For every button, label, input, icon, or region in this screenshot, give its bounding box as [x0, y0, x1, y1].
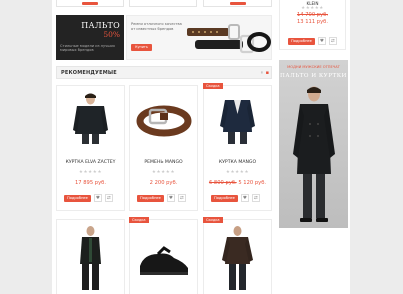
rating-stars: ★★★★★ [301, 6, 324, 11]
product-card: Скидка КУРТКА MANGO ★★★★★ 6 800 руб. 5 1… [203, 83, 272, 211]
price-block: 6 800 руб. 5 120 руб. [204, 180, 271, 186]
coat-icon[interactable] [61, 90, 120, 146]
belts-promo-banner[interactable]: Ремни отличного качества от известных бр… [126, 15, 272, 60]
wishlist-icon[interactable]: ♥ [166, 194, 175, 202]
recommended-header: РЕКОМЕНДУЕМЫЕ ⏸ ▪ [56, 66, 272, 79]
prev-card-fragment [56, 0, 124, 7]
coats-jackets-ad[interactable]: МОДНИ МУЖСКИЕ ОТПЕЧАТ ПАЛЬТО И КУРТКИ [279, 60, 348, 228]
dark-outfit-icon[interactable] [61, 224, 120, 294]
shoe-icon[interactable] [134, 224, 193, 294]
side-product-card: KLEIN ★★★★★ 14 700 руб. 13 111 руб. Подр… [279, 0, 346, 50]
belt-icon[interactable] [134, 90, 193, 146]
man-in-coat-image [293, 86, 335, 222]
compare-icon[interactable]: ⇄ [251, 194, 260, 202]
details-button[interactable]: Подробнее [64, 194, 91, 202]
belts-image [187, 24, 271, 54]
price: 13 111 руб. [296, 19, 328, 25]
product-card: Скидка [203, 217, 272, 294]
product-card: РЕМЕНЬ MANGO ★★★★★ 2 200 руб. Подробнее … [129, 85, 198, 211]
jacket-icon[interactable] [208, 90, 267, 146]
prev-arrow-icon[interactable]: ⏸ [260, 70, 263, 76]
details-button[interactable]: Подробнее [211, 194, 238, 202]
product-name[interactable]: РЕМЕНЬ MANGO [130, 160, 197, 165]
product-name[interactable]: КУРТКА MANGO [204, 160, 271, 165]
discount-badge: Скидка [203, 83, 223, 89]
product-card [56, 219, 125, 294]
section-title: РЕКОМЕНДУЕМЫЕ [61, 70, 117, 76]
rating-stars: ★★★★★ [225, 170, 250, 175]
leather-jacket-icon[interactable] [208, 224, 267, 294]
promo-text: Стильные модели из лучших мировых брендо… [60, 44, 115, 53]
promo-title: ПАЛЬТО [81, 21, 120, 30]
product-card: Скидка [129, 217, 198, 294]
product-name[interactable]: КУРТКА ELVA ZACTEY [57, 160, 124, 165]
product-card: КУРТКА ELVA ZACTEY ★★★★★ 17 895 руб. Под… [56, 85, 125, 211]
coat-promo-banner[interactable]: ПАЛЬТО 50% Стильные модели из лучших мир… [56, 15, 124, 60]
compare-icon[interactable]: ⇄ [177, 194, 186, 202]
old-price: 14 700 руб. [296, 12, 328, 18]
rating-stars: ★★★★★ [78, 170, 103, 175]
next-arrow-icon[interactable]: ▪ [266, 70, 269, 76]
ad-subtitle: МОДНИ МУЖСКИЕ ОТПЕЧАТ [287, 65, 340, 69]
rating-stars: ★★★★★ [151, 170, 176, 175]
details-button[interactable]: Подробнее [288, 37, 315, 45]
discount-badge: Скидка [129, 217, 149, 223]
compare-icon[interactable]: ⇄ [104, 194, 113, 202]
prev-card-fragment [129, 0, 197, 7]
price: 2 200 руб. [149, 180, 178, 186]
prev-card-fragment [203, 0, 272, 7]
buy-button[interactable]: Купить [131, 44, 152, 51]
details-button[interactable]: Подробнее [137, 194, 164, 202]
promo-discount: 50% [103, 30, 120, 39]
promo-text: Ремни отличного качества от известных бр… [131, 22, 182, 31]
price: 17 895 руб. [74, 180, 106, 186]
compare-icon[interactable]: ⇄ [328, 37, 337, 45]
wishlist-icon[interactable]: ♥ [93, 194, 102, 202]
ad-title: ПАЛЬТО И КУРТКИ [280, 73, 347, 79]
wishlist-icon[interactable]: ♥ [240, 194, 249, 202]
discount-badge: Скидка [203, 217, 223, 223]
old-price: 6 800 руб. [208, 180, 237, 186]
wishlist-icon[interactable]: ♥ [317, 37, 326, 45]
price: 5 120 руб. [238, 180, 267, 186]
